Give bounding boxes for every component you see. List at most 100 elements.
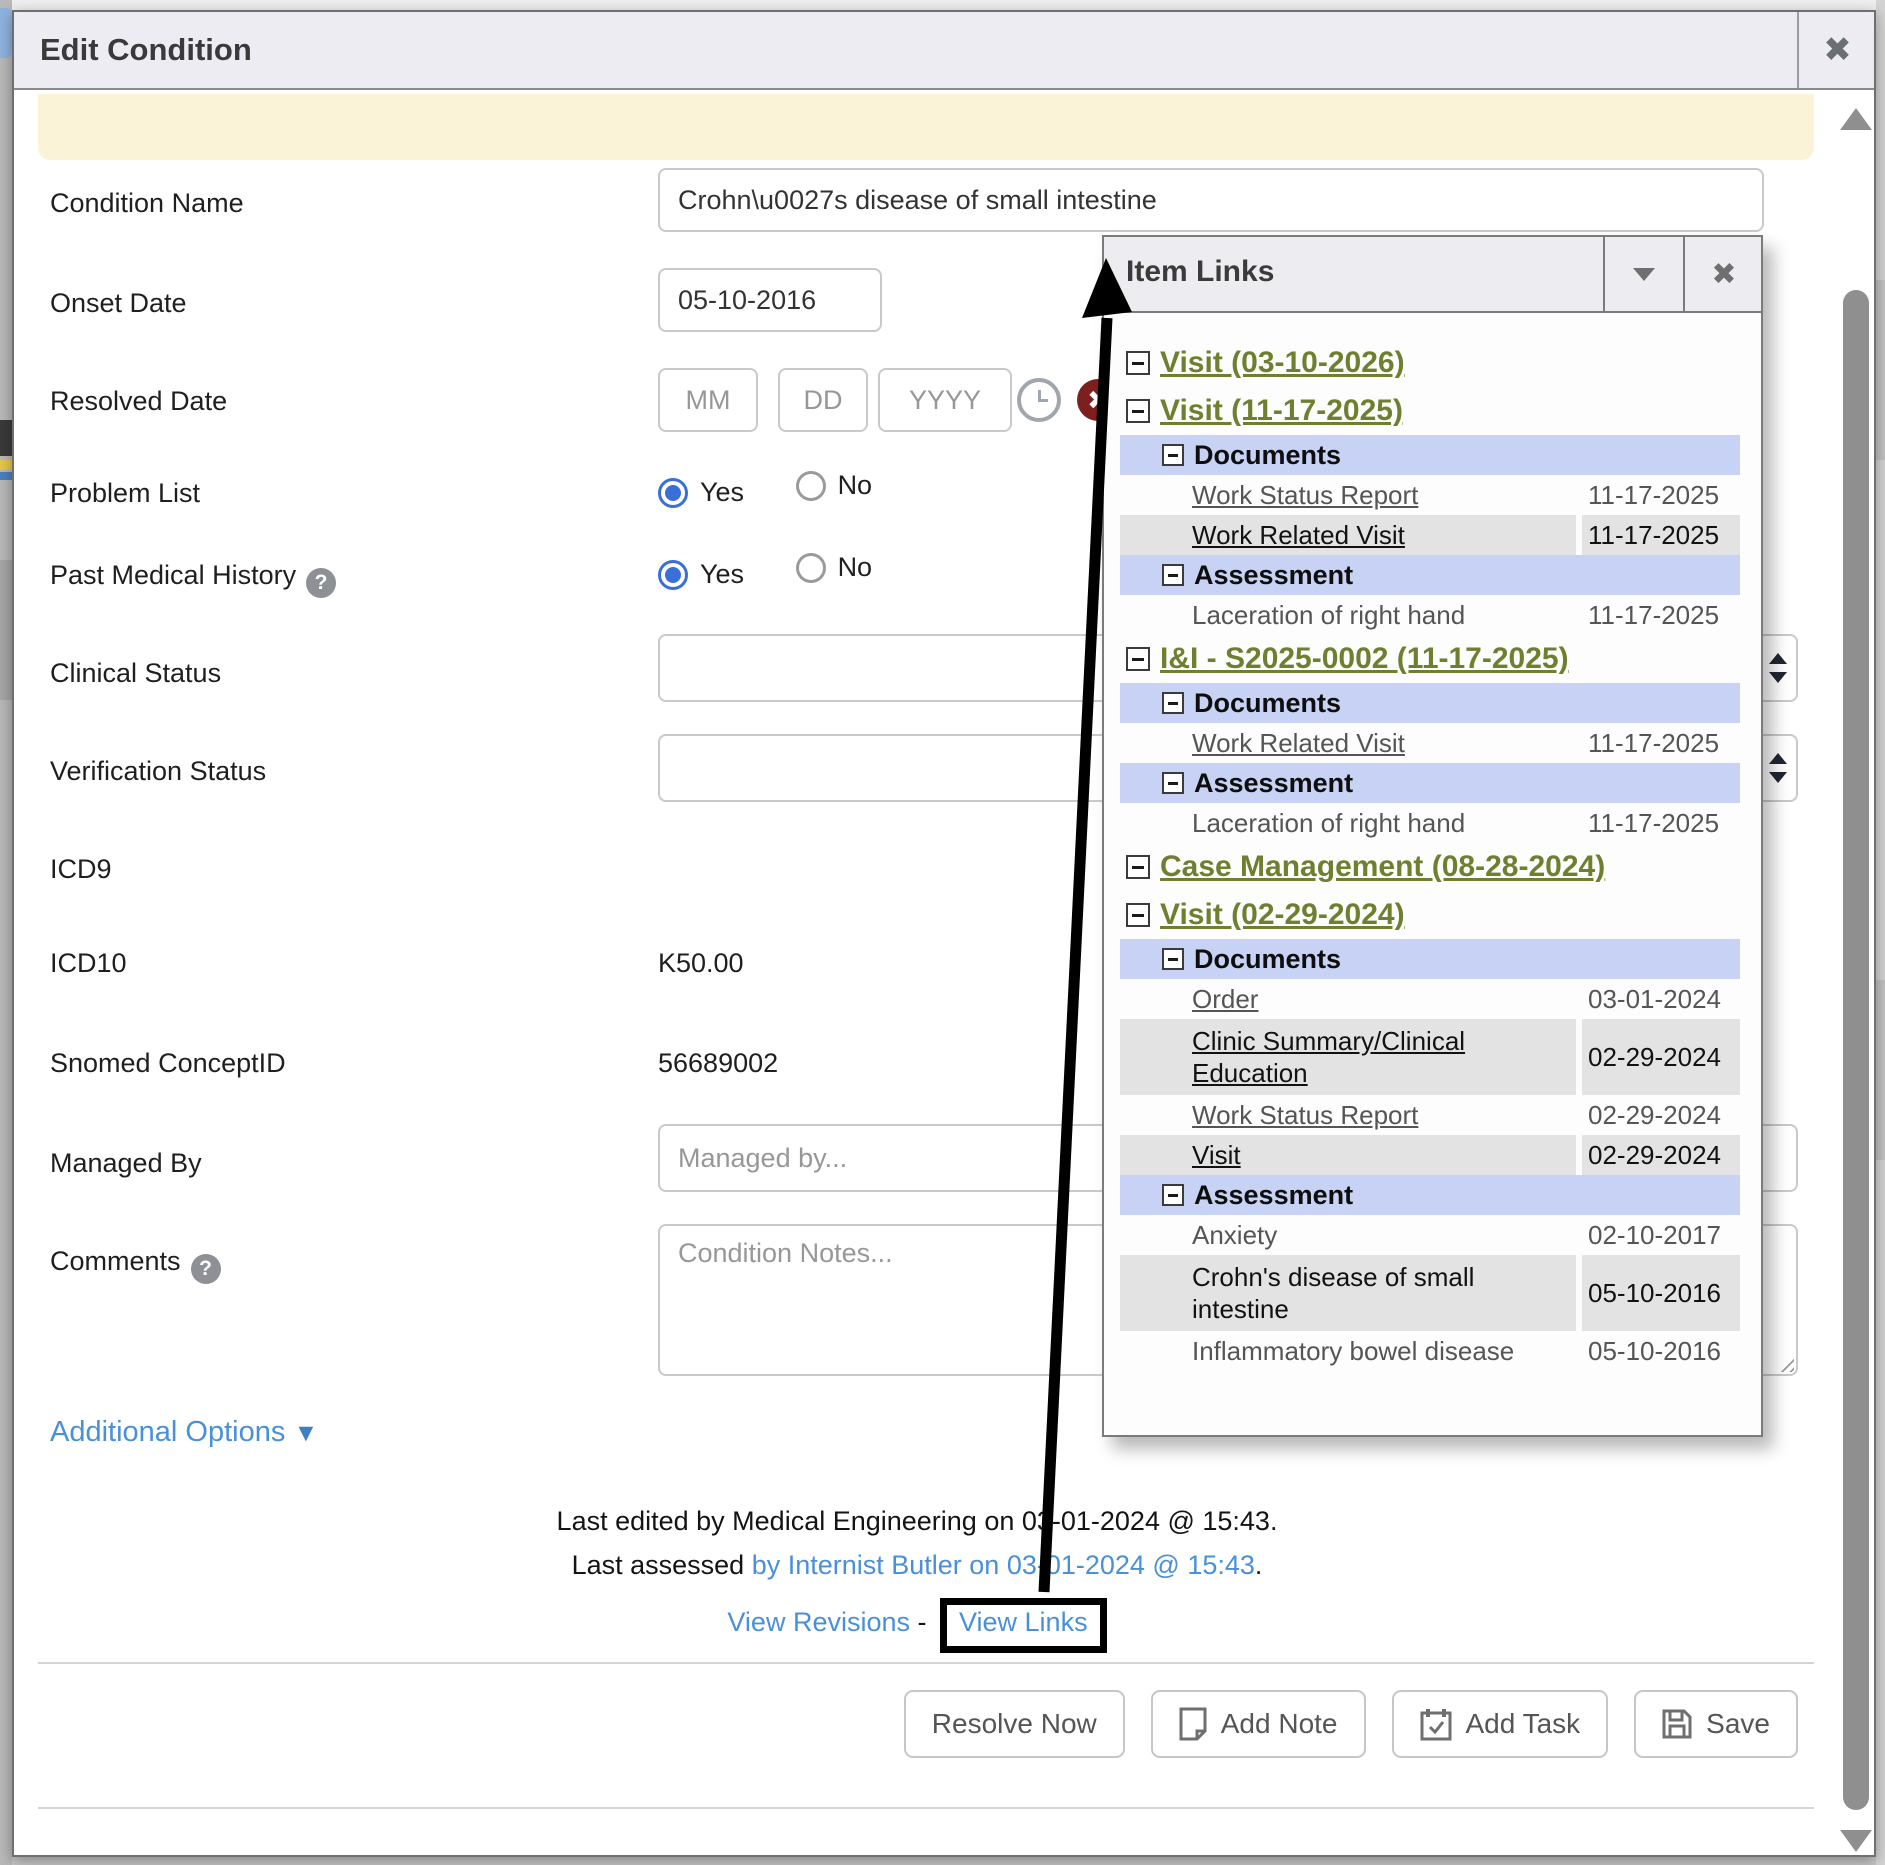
tree-leaf-row: Work Related Visit11-17-2025 [1120,515,1740,555]
document-link[interactable]: Work Related Visit [1192,727,1405,760]
onset-date-input[interactable] [658,268,882,332]
collapse-minus-icon[interactable] [1162,772,1184,794]
last-assessed-text: Last assessed by Internist Butler on 03-… [14,1550,1820,1581]
collapse-minus-icon[interactable] [1162,444,1184,466]
tree-section-row: Documents [1120,939,1740,979]
history-clock-icon[interactable] [1017,378,1061,422]
background-fragment [1876,280,1885,460]
item-date: 02-29-2024 [1582,1135,1740,1175]
tree-group-row: Visit (02-29-2024) [1120,891,1740,939]
assessment-item: Laceration of right hand [1192,807,1465,840]
visit-link[interactable]: Visit (03-10-2026) [1160,346,1405,380]
item-links-header: Item Links ✖ [1104,237,1761,313]
item-date: 11-17-2025 [1582,803,1740,843]
past-medical-history-label: Past Medical History? [50,560,336,598]
ii-link[interactable]: I&I - S2025-0002 (11-17-2025) [1160,642,1569,676]
collapse-minus-icon[interactable] [1162,564,1184,586]
document-link[interactable]: Work Status Report [1192,479,1418,512]
problem-list-radios: Yes No [658,470,916,508]
tree-leaf-row: Inflammatory bowel disease 05-10-2016 [1120,1331,1740,1371]
collapse-minus-icon[interactable] [1126,903,1150,927]
condition-name-input[interactable] [658,168,1764,232]
assessment-item: Anxiety [1192,1219,1277,1252]
visit-link[interactable]: Visit (02-29-2024) [1160,898,1405,932]
note-icon [1179,1707,1207,1741]
close-icon: ✖ [1711,257,1736,292]
item-date: 11-17-2025 [1582,595,1740,635]
resolved-month-input[interactable] [658,368,758,432]
help-icon[interactable]: ? [191,1254,221,1284]
case-management-link[interactable]: Case Management (08-28-2024) [1160,850,1605,884]
view-revisions-link[interactable]: View Revisions [727,1607,910,1637]
tree-leaf-row: Crohn's disease of small intestine05-10-… [1120,1255,1740,1331]
scroll-up-icon[interactable] [1840,108,1872,130]
document-link[interactable]: Order [1192,983,1258,1016]
document-link[interactable]: Work Status Report [1192,1099,1418,1132]
tree-leaf-row: Work Status Report02-29-2024 [1120,1095,1740,1135]
assessment-item: Laceration of right hand [1192,599,1465,632]
dialog-close-icon[interactable]: ✖ [1799,12,1876,88]
help-icon[interactable]: ? [306,568,336,598]
collapse-minus-icon[interactable] [1126,647,1150,671]
problem-list-no-radio[interactable]: No [796,470,873,501]
visit-link[interactable]: Visit (11-17-2025) [1160,394,1403,428]
tree-group-row: Visit (03-10-2026) [1120,339,1740,387]
save-icon [1662,1709,1692,1739]
tree-group-row: Visit (11-17-2025) [1120,387,1740,435]
resolved-day-input[interactable] [778,368,868,432]
item-date: 05-10-2016 [1582,1331,1740,1371]
add-task-button[interactable]: Add Task [1392,1690,1609,1758]
popup-collapse-button[interactable] [1603,237,1683,311]
background-fragment [0,420,12,456]
scrollbar-thumb[interactable] [1843,290,1869,1810]
collapse-minus-icon[interactable] [1162,692,1184,714]
document-link[interactable]: Work Related Visit [1192,519,1405,552]
page-background-top [0,0,1885,10]
collapse-minus-icon[interactable] [1162,948,1184,970]
item-date: 02-10-2017 [1582,1215,1740,1255]
dialog-titlebar: Edit Condition ✖ [14,12,1874,90]
background-fragment [0,460,12,470]
assessment-item: Inflammatory bowel disease [1192,1335,1514,1368]
collapse-minus-icon[interactable] [1126,399,1150,423]
document-link[interactable]: Clinic Summary/Clinical Education [1192,1025,1576,1090]
item-date: 11-17-2025 [1582,475,1740,515]
view-links-highlight-box: View Links [940,1598,1107,1653]
clinical-status-label: Clinical Status [50,658,221,689]
tree-leaf-row: Laceration of right hand 11-17-2025 [1120,595,1740,635]
collapse-minus-icon[interactable] [1162,1184,1184,1206]
tree-section-row: Assessment [1120,555,1740,595]
save-button[interactable]: Save [1634,1690,1798,1758]
scroll-down-icon[interactable] [1840,1830,1872,1852]
background-fragment [0,8,12,58]
radio-selected-icon [658,478,688,508]
radio-unselected-icon [796,471,826,501]
document-link[interactable]: Visit [1192,1139,1241,1172]
background-fragment [0,472,12,480]
last-edited-text: Last edited by Medical Engineering on 03… [14,1506,1820,1537]
radio-unselected-icon [796,553,826,583]
view-links-link[interactable]: View Links [959,1607,1088,1637]
item-date: 02-29-2024 [1582,1019,1740,1095]
additional-options-link[interactable]: Additional Options ▼ [50,1416,318,1449]
collapse-minus-icon[interactable] [1126,351,1150,375]
problem-list-yes-radio[interactable]: Yes [658,477,744,508]
tree-leaf-row: Order03-01-2024 [1120,979,1740,1019]
last-assessed-link[interactable]: by Internist Butler on 03-01-2024 @ 15:4… [752,1550,1255,1580]
popup-close-button[interactable]: ✖ [1683,237,1763,311]
calendar-check-icon [1420,1707,1452,1741]
tree-group-row: Case Management (08-28-2024) [1120,843,1740,891]
collapse-minus-icon[interactable] [1126,855,1150,879]
add-note-button[interactable]: Add Note [1151,1690,1366,1758]
resolved-year-input[interactable] [878,368,1012,432]
pmh-yes-radio[interactable]: Yes [658,559,744,590]
pmh-no-radio[interactable]: No [796,552,873,583]
assessment-item: Crohn's disease of small intestine [1192,1261,1576,1326]
background-fragment [0,560,12,700]
pmh-radios: Yes No [658,552,916,590]
tree-section-row: Documents [1120,435,1740,475]
resolve-now-button[interactable]: Resolve Now [904,1690,1125,1758]
tree-leaf-row: Work Related Visit11-17-2025 [1120,723,1740,763]
tree-leaf-row: Work Status Report 11-17-2025 [1120,475,1740,515]
page-background-left [0,0,12,1865]
